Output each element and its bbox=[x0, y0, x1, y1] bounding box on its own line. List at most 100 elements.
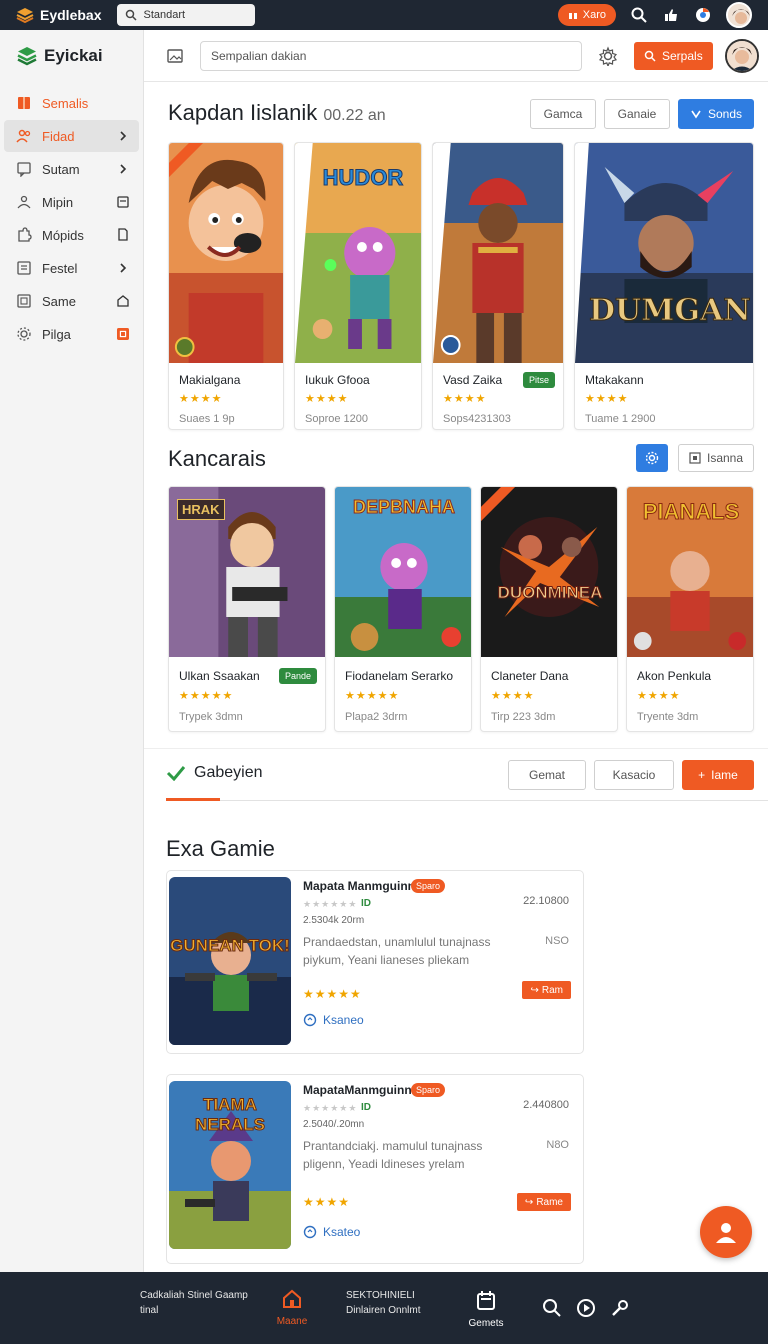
list-item-title: MapataManmguinn bbox=[303, 1083, 412, 1097]
badge-icon bbox=[117, 328, 129, 340]
image-gallery-icon[interactable] bbox=[166, 47, 184, 65]
kancarais-title: Kancarais bbox=[168, 446, 266, 472]
list-item-code: N8O bbox=[546, 1139, 569, 1151]
featured-card-4[interactable]: DUMGAN Mtakakann ★★★★ Tuame 1 2900 bbox=[574, 142, 754, 430]
list-item-rating-empty: ★★★★★★ bbox=[303, 1103, 358, 1113]
tab-active-indicator bbox=[166, 798, 220, 801]
card-rating: ★★★★ bbox=[585, 393, 629, 405]
chevron-right-icon bbox=[120, 131, 127, 141]
featured-title-text: Kapdan Iislanik bbox=[168, 100, 318, 125]
bottom-nav-label: Maane bbox=[276, 1316, 308, 1327]
top-brand[interactable]: Eydlebax bbox=[16, 7, 101, 23]
sidebar-item-sutam[interactable]: Sutam bbox=[4, 153, 139, 185]
bottom-nav-games[interactable]: Gemets bbox=[456, 1290, 516, 1329]
sidebar-item-label: Mipin bbox=[42, 194, 74, 210]
sidebar-item-mipin[interactable]: Mipin bbox=[4, 186, 139, 218]
list-item-title: Mapata Manmguinn bbox=[303, 879, 416, 893]
sidebar-item-mopids[interactable]: Mópids bbox=[4, 219, 139, 251]
kancarais-card-4[interactable]: PIANALS Akon Penkula ★★★★ Tryente 3dm bbox=[626, 486, 754, 732]
exa-title: Exa Gamie bbox=[166, 836, 275, 862]
list-item-1[interactable]: GUNEAN TOK! Mapata Manmguinn Sparo ★★★★★… bbox=[166, 870, 584, 1054]
list-item-2[interactable]: TIAMA NERALS MapataManmguinn Sparo ★★★★★… bbox=[166, 1074, 584, 1264]
bookmark-icon bbox=[18, 97, 30, 109]
header-search-button[interactable]: Serpals bbox=[634, 41, 713, 70]
exa-title-text: Exa Gamie bbox=[166, 836, 275, 861]
image-icon bbox=[17, 294, 31, 308]
chrome-icon[interactable] bbox=[694, 6, 712, 24]
refresh-icon bbox=[303, 1013, 317, 1027]
kancarais-button[interactable]: Isanna bbox=[678, 444, 754, 472]
card-rating: ★★★★ bbox=[491, 690, 535, 702]
kancarais-card-3[interactable]: DUONMINEA Claneter Dana ★★★★ Tirp 223 3d… bbox=[480, 486, 618, 732]
tabs-button-gemat[interactable]: Gemat bbox=[508, 760, 586, 790]
card-rating: ★★★★ bbox=[305, 393, 349, 405]
sidebar-item-label: Sutam bbox=[42, 161, 80, 177]
tabs-button-kasacio[interactable]: Kasacio bbox=[594, 760, 674, 790]
top-brand-label: Eydlebax bbox=[40, 7, 102, 23]
card-art-title: DUONMINEA bbox=[497, 583, 603, 603]
bottom-nav-label: Gemets bbox=[468, 1318, 504, 1329]
top-search-input[interactable]: Standart bbox=[117, 4, 256, 26]
promo-button[interactable]: Xaro bbox=[557, 4, 616, 26]
list-item-action-button[interactable]: ↪ Ram bbox=[522, 981, 571, 999]
sidebar-brand[interactable]: Eyickai bbox=[0, 30, 143, 82]
bottom-nav-home[interactable]: Maane bbox=[262, 1288, 322, 1327]
list-item-thumbnail: GUNEAN TOK! bbox=[169, 877, 291, 1045]
card-art-title: DEPBNAHA bbox=[352, 497, 455, 518]
sidebar-item-same[interactable]: Same bbox=[4, 285, 139, 317]
tabs-button-label: Gemat bbox=[528, 768, 565, 782]
featured-card-2[interactable]: HUDOR Iukuk Gfooa ★★★★ Soproe 1200 bbox=[294, 142, 422, 430]
main-search-input[interactable]: Sempalian dakian bbox=[200, 40, 582, 71]
search-icon[interactable] bbox=[630, 6, 648, 24]
sidebar-item-semalis[interactable]: Semalis bbox=[4, 87, 139, 119]
featured-filter-button-1[interactable]: Gamca bbox=[530, 99, 596, 129]
floating-profile-button[interactable] bbox=[700, 1206, 752, 1258]
featured-subtitle: 00.22 an bbox=[323, 107, 386, 124]
sidebar-item-fidad[interactable]: Fidad bbox=[4, 120, 139, 152]
list-item-tag: Sparo bbox=[411, 879, 446, 893]
kancarais-title-text: Kancarais bbox=[168, 446, 266, 471]
kancarais-icon-button[interactable] bbox=[636, 444, 668, 472]
game-cover-art bbox=[433, 143, 563, 363]
featured-title: Kapdan Iislanik 00.22 an bbox=[168, 100, 386, 126]
sidebar-brand-label: Eyickai bbox=[44, 46, 103, 65]
profile-avatar[interactable] bbox=[724, 38, 759, 73]
featured-filter-button-2[interactable]: Ganaie bbox=[604, 99, 670, 129]
list-item-tag: Sparo bbox=[411, 1083, 446, 1097]
tabs-add-label: Iame bbox=[711, 768, 738, 782]
card-art-title: TIAMA NERALS bbox=[195, 1095, 266, 1135]
featured-sort-button[interactable]: Sonds bbox=[678, 99, 754, 129]
sidebar-item-festel[interactable]: Festel bbox=[4, 252, 139, 284]
thumbs-up-icon[interactable] bbox=[662, 6, 680, 24]
list-item-action-button[interactable]: ↪ Rame bbox=[516, 1193, 571, 1211]
featured-filter-label: Gamca bbox=[543, 107, 583, 121]
card-rating: ★★★★ bbox=[443, 393, 487, 405]
gear-icon[interactable] bbox=[598, 45, 618, 66]
header-button-label: Serpals bbox=[662, 48, 703, 63]
tabs-add-button[interactable]: + Iame bbox=[682, 760, 754, 790]
plus-icon: + bbox=[698, 768, 706, 782]
sidebar-item-pilga[interactable]: Pilga bbox=[4, 318, 139, 350]
play-circle-icon[interactable] bbox=[576, 1298, 596, 1318]
card-art-title: DUMGAN bbox=[589, 293, 752, 329]
list-item-rating-empty: ★★★★★★ bbox=[303, 899, 358, 909]
list-item-link[interactable]: Ksaneo bbox=[303, 1013, 364, 1027]
kancarais-card-2[interactable]: DEPBNAHA Fiodanelam Serarko ★★★★★ Plapa2… bbox=[334, 486, 472, 732]
user-avatar[interactable] bbox=[726, 2, 752, 28]
featured-card-3[interactable]: Vasd Zaika Pitse ★★★★ Sops4231303 bbox=[432, 142, 564, 430]
search-icon[interactable] bbox=[542, 1298, 562, 1318]
tab-gabeyien[interactable]: Gabeyien bbox=[166, 764, 263, 782]
section-divider bbox=[144, 748, 768, 749]
list-item-link[interactable]: Ksateo bbox=[303, 1225, 360, 1239]
list-item-code: NSO bbox=[545, 935, 569, 947]
game-cover-art bbox=[575, 143, 753, 363]
search-icon bbox=[644, 50, 656, 62]
sidebar: Eyickai Semalis Fidad Sutam Mipin Mópids… bbox=[0, 30, 144, 1272]
kancarais-card-1[interactable]: HRAK Ulkan Ssaakan Pande ★★★★★ Trypek 3d… bbox=[168, 486, 326, 732]
sidebar-item-label: Fidad bbox=[42, 128, 75, 144]
list-item-count: ID bbox=[361, 898, 371, 909]
main-content: Kapdan Iislanik 00.22 an Gamca Ganaie So… bbox=[144, 82, 768, 1272]
featured-card-1[interactable]: Makialgana ★★★★ Suaes 1 9p bbox=[168, 142, 284, 430]
card-badge: Pande bbox=[278, 668, 317, 684]
wrench-icon[interactable] bbox=[610, 1298, 630, 1318]
